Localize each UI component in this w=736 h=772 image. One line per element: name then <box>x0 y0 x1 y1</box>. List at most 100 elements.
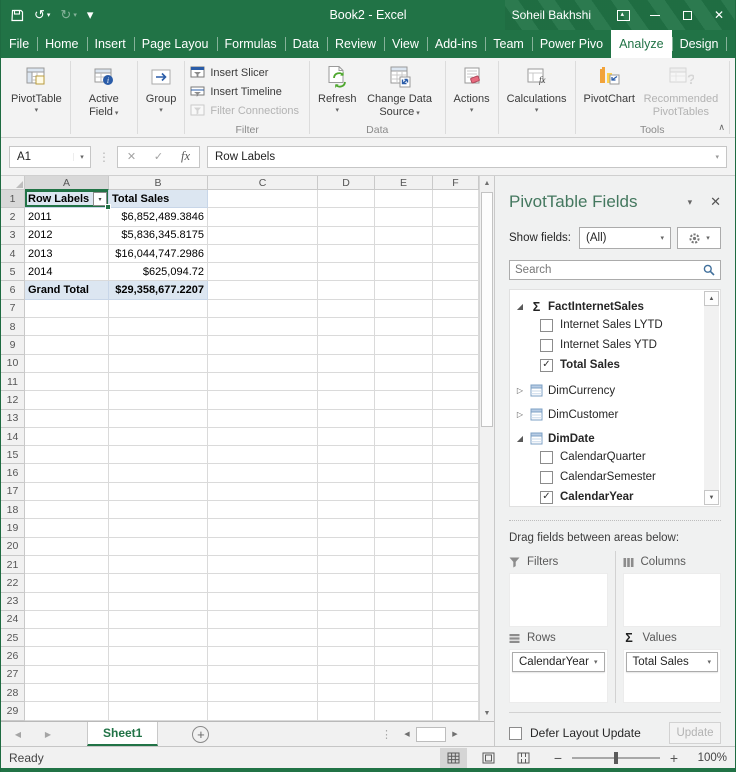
tab-page-layou[interactable]: Page Layou <box>133 30 217 58</box>
zoom-in-button[interactable]: + <box>663 750 685 766</box>
cell-E4[interactable] <box>375 244 433 264</box>
row-header-22[interactable]: 22 <box>1 574 25 593</box>
cell-E10[interactable] <box>375 354 433 373</box>
name-box[interactable]: A1 ▾ <box>9 145 91 168</box>
cell-C11[interactable] <box>208 372 318 392</box>
group-button[interactable]: Group ▾ <box>143 60 180 118</box>
checkbox-calendarsemester[interactable] <box>540 470 553 484</box>
calculations-button[interactable]: fx Calculations ▾ <box>504 60 570 118</box>
cell-D4[interactable] <box>318 244 375 264</box>
cell-A6[interactable]: Grand Total <box>25 281 109 300</box>
field-list-scrollbar[interactable]: ▲ ▼ <box>704 291 719 505</box>
cell-C15[interactable] <box>208 446 318 465</box>
cell-E13[interactable] <box>375 409 433 428</box>
select-all-button[interactable] <box>1 176 25 190</box>
hscroll-left-button[interactable]: ◀ <box>400 730 414 738</box>
row-header-18[interactable]: 18 <box>1 501 25 520</box>
cell-D28[interactable] <box>318 684 375 703</box>
normal-view-button[interactable] <box>440 747 467 768</box>
cell-C13[interactable] <box>208 409 318 428</box>
cell-E6[interactable] <box>375 281 433 300</box>
maximize-button[interactable] <box>671 0 703 30</box>
cell-D23[interactable] <box>318 592 375 611</box>
cell-A21[interactable] <box>25 555 109 575</box>
cell-B6[interactable]: $29,358,677.2207 <box>109 281 208 300</box>
cell-D16[interactable] <box>318 464 375 483</box>
cell-E21[interactable] <box>375 555 433 575</box>
cell-C29[interactable] <box>208 702 318 721</box>
cell-B2[interactable]: $6,852,489.3846 <box>109 208 208 227</box>
cell-B19[interactable] <box>109 519 208 538</box>
confirm-entry-button[interactable]: ✓ <box>145 150 172 163</box>
cell-C21[interactable] <box>208 555 318 575</box>
cell-D27[interactable] <box>318 665 375 685</box>
cell-D29[interactable] <box>318 702 375 721</box>
tab-analyze[interactable]: Analyze <box>611 30 672 58</box>
cell-E1[interactable] <box>375 190 433 209</box>
cell-A24[interactable] <box>25 610 109 630</box>
checkbox-total-sales[interactable]: ✓ <box>540 358 553 372</box>
cell-E29[interactable] <box>375 702 433 721</box>
cell-A25[interactable] <box>25 629 109 648</box>
cell-F24[interactable] <box>433 610 479 630</box>
cell-A1[interactable]: Row Labels ▾ <box>25 190 111 211</box>
scroll-down-button[interactable]: ▼ <box>480 706 494 721</box>
cell-F8[interactable] <box>433 318 479 337</box>
prev-sheet-button[interactable]: ◀ <box>9 722 27 746</box>
formula-bar-grip[interactable]: ⋮ <box>98 150 110 164</box>
page-break-preview-button[interactable] <box>510 748 537 768</box>
cell-E24[interactable] <box>375 610 433 630</box>
insert-slicer-button[interactable]: Insert Slicer <box>190 66 299 79</box>
cell-D25[interactable] <box>318 629 375 648</box>
cell-E3[interactable] <box>375 226 433 245</box>
cell-D8[interactable] <box>318 318 375 337</box>
row-header-11[interactable]: 11 <box>1 372 25 392</box>
cell-C8[interactable] <box>208 318 318 337</box>
cell-A13[interactable] <box>25 409 109 428</box>
undo-button[interactable]: ↺ ▾ <box>34 7 50 23</box>
cell-B17[interactable] <box>109 482 208 502</box>
field-group-dimcustomer[interactable]: ▷ DimCustomer <box>515 406 700 423</box>
cell-C12[interactable] <box>208 391 318 410</box>
defer-checkbox[interactable] <box>509 726 522 740</box>
cell-B3[interactable]: $5,836,345.8175 <box>109 226 208 245</box>
cell-D10[interactable] <box>318 354 375 373</box>
cell-A10[interactable] <box>25 354 109 373</box>
formula-input[interactable]: Row Labels ▾ <box>207 145 727 168</box>
cell-B11[interactable] <box>109 372 208 392</box>
zoom-slider[interactable] <box>572 751 660 764</box>
cell-A18[interactable] <box>25 501 109 520</box>
field-group-dimdate[interactable]: ◢ DimDate <box>515 430 700 447</box>
cell-E25[interactable] <box>375 629 433 648</box>
checkbox-calendaryear[interactable]: ✓ <box>540 490 553 504</box>
cell-B28[interactable] <box>109 684 208 703</box>
cell-B13[interactable] <box>109 409 208 428</box>
cell-B24[interactable] <box>109 610 208 630</box>
cell-D18[interactable] <box>318 501 375 520</box>
cell-A4[interactable]: 2013 <box>25 244 109 264</box>
cell-C22[interactable] <box>208 574 318 593</box>
cancel-entry-button[interactable]: ✕ <box>118 150 145 163</box>
cell-C28[interactable] <box>208 684 318 703</box>
cell-E7[interactable] <box>375 299 433 319</box>
cell-F26[interactable] <box>433 647 479 666</box>
cell-A19[interactable] <box>25 519 109 538</box>
cell-B18[interactable] <box>109 501 208 520</box>
cell-D19[interactable] <box>318 519 375 538</box>
cell-E18[interactable] <box>375 501 433 520</box>
cell-A17[interactable] <box>25 482 109 502</box>
cell-D21[interactable] <box>318 555 375 575</box>
cell-F6[interactable] <box>433 281 479 300</box>
collapse-ribbon-button[interactable]: ∧ <box>718 122 725 133</box>
change-data-source-button[interactable]: Change Data Source ▾ <box>360 60 440 121</box>
cell-A11[interactable] <box>25 372 109 392</box>
cell-C17[interactable] <box>208 482 318 502</box>
cell-A29[interactable] <box>25 702 109 721</box>
cell-F25[interactable] <box>433 629 479 648</box>
cell-D5[interactable] <box>318 263 375 282</box>
cell-E2[interactable] <box>375 208 433 227</box>
field-group-dimcurrency[interactable]: ▷ DimCurrency <box>515 382 700 399</box>
cell-F28[interactable] <box>433 684 479 703</box>
row-header-15[interactable]: 15 <box>1 446 25 465</box>
row-header-1[interactable]: 1 <box>1 190 25 209</box>
